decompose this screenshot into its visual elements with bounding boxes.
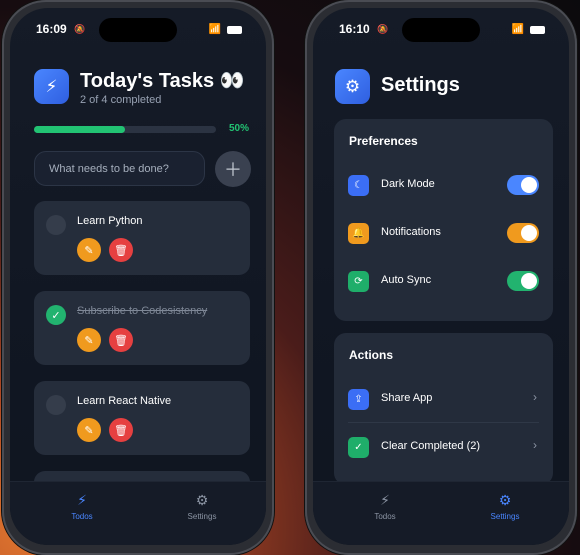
task-checkbox-checked[interactable]: ✓ [46,305,66,325]
actions-card: Actions ⇪ Share App › ✓ Clear Completed … [334,333,553,485]
status-bar: 16:09 🔕 📶 [10,22,266,40]
settings-screen: 16:10 🔕 📶 ⚙ Settings Preferences ☾ Dark … [313,8,569,545]
moon-icon: ☾ [348,175,369,196]
task-item[interactable]: Learn Python ✎ 🗑 [34,201,250,275]
action-clear-completed[interactable]: ✓ Clear Completed (2) › [334,423,553,471]
action-share-app[interactable]: ⇪ Share App › [334,375,553,423]
task-list[interactable]: Learn Python ✎ 🗑 ✓ Subscribe to Codesist… [34,201,250,487]
trash-icon: 🗑 [114,334,128,347]
edit-task-button[interactable]: ✎ [77,418,101,442]
pencil-icon: ✎ [84,244,94,257]
gear-icon: ⚙ [498,492,512,508]
tab-settings[interactable]: ⚙ Settings [470,492,540,521]
gear-icon: ⚙ [335,69,370,104]
task-text: Subscribe to Codesistency [77,305,208,317]
lightning-icon: ⚡ [34,69,69,104]
dark-mode-toggle[interactable] [507,175,539,195]
chevron-right-icon: › [533,390,537,404]
lightning-icon: ⚡ [380,492,390,508]
tab-bar: ⚡ Todos ⚙ Settings [313,481,569,545]
task-item[interactable]: Learn React Native ✎ 🗑 [34,381,250,455]
lightning-icon: ⚡ [77,492,87,508]
tab-todos[interactable]: ⚡ Todos [47,492,117,521]
tab-settings[interactable]: ⚙ Settings [167,492,237,521]
edit-task-button[interactable]: ✎ [77,328,101,352]
add-task-button[interactable]: ＋ [215,151,251,187]
progress-bar [34,126,216,133]
edit-task-button[interactable]: ✎ [77,238,101,262]
plus-icon: ＋ [224,160,242,180]
completion-subtitle: 2 of 4 completed [80,94,162,106]
silent-bell-icon: 🔕 [377,24,389,34]
chevron-right-icon: › [533,438,537,452]
status-bar: 16:10 🔕 📶 [313,22,569,40]
task-text: Learn Python [77,215,143,227]
task-item[interactable]: ✓ Subscribe to Codesistency ✎ 🗑 [34,291,250,365]
delete-task-button[interactable]: 🗑 [109,238,133,262]
trash-icon: 🗑 [114,244,128,257]
pencil-icon: ✎ [84,334,94,347]
share-icon: ⇪ [348,389,369,410]
page-title: Settings [381,74,460,96]
checkmark-icon: ✓ [348,437,369,458]
task-checkbox[interactable] [46,215,66,235]
status-time: 16:09 [36,22,67,36]
phone-settings: 16:10 🔕 📶 ⚙ Settings Preferences ☾ Dark … [305,0,577,555]
page-title: Today's Tasks 👀 [80,70,245,92]
progress-fill [34,126,125,133]
trash-icon: 🗑 [114,424,128,437]
setting-notifications[interactable]: 🔔 Notifications [334,209,553,257]
delete-task-button[interactable]: 🗑 [109,328,133,352]
task-text: Learn React Native [77,395,172,407]
tab-bar: ⚡ Todos ⚙ Settings [10,481,266,545]
checkmark-icon: ✓ [51,309,61,322]
section-title: Preferences [349,134,418,148]
new-task-input[interactable] [34,151,205,186]
progress-percent: 50% [228,123,249,134]
pencil-icon: ✎ [84,424,94,437]
delete-task-button[interactable]: 🗑 [109,418,133,442]
status-time: 16:10 [339,22,370,36]
bell-icon: 🔔 [348,223,369,244]
auto-sync-toggle[interactable] [507,271,539,291]
todos-screen: 16:09 🔕 📶 ⚡ Today's Tasks 👀 2 of 4 compl… [10,8,266,545]
battery-icon [530,25,545,34]
silent-bell-icon: 🔕 [74,24,86,34]
task-checkbox[interactable] [46,395,66,415]
wifi-icon: 📶 [208,24,221,35]
phone-todos: 16:09 🔕 📶 ⚡ Today's Tasks 👀 2 of 4 compl… [2,0,274,555]
tab-todos[interactable]: ⚡ Todos [350,492,420,521]
battery-icon [227,25,242,34]
setting-auto-sync[interactable]: ⟳ Auto Sync [334,257,553,305]
setting-dark-mode[interactable]: ☾ Dark Mode [334,161,553,209]
sync-icon: ⟳ [348,271,369,292]
gear-icon: ⚙ [195,492,209,508]
wifi-icon: 📶 [511,24,524,35]
section-title: Actions [349,348,394,362]
notifications-toggle[interactable] [507,223,539,243]
preferences-card: Preferences ☾ Dark Mode 🔔 Notifications … [334,119,553,321]
